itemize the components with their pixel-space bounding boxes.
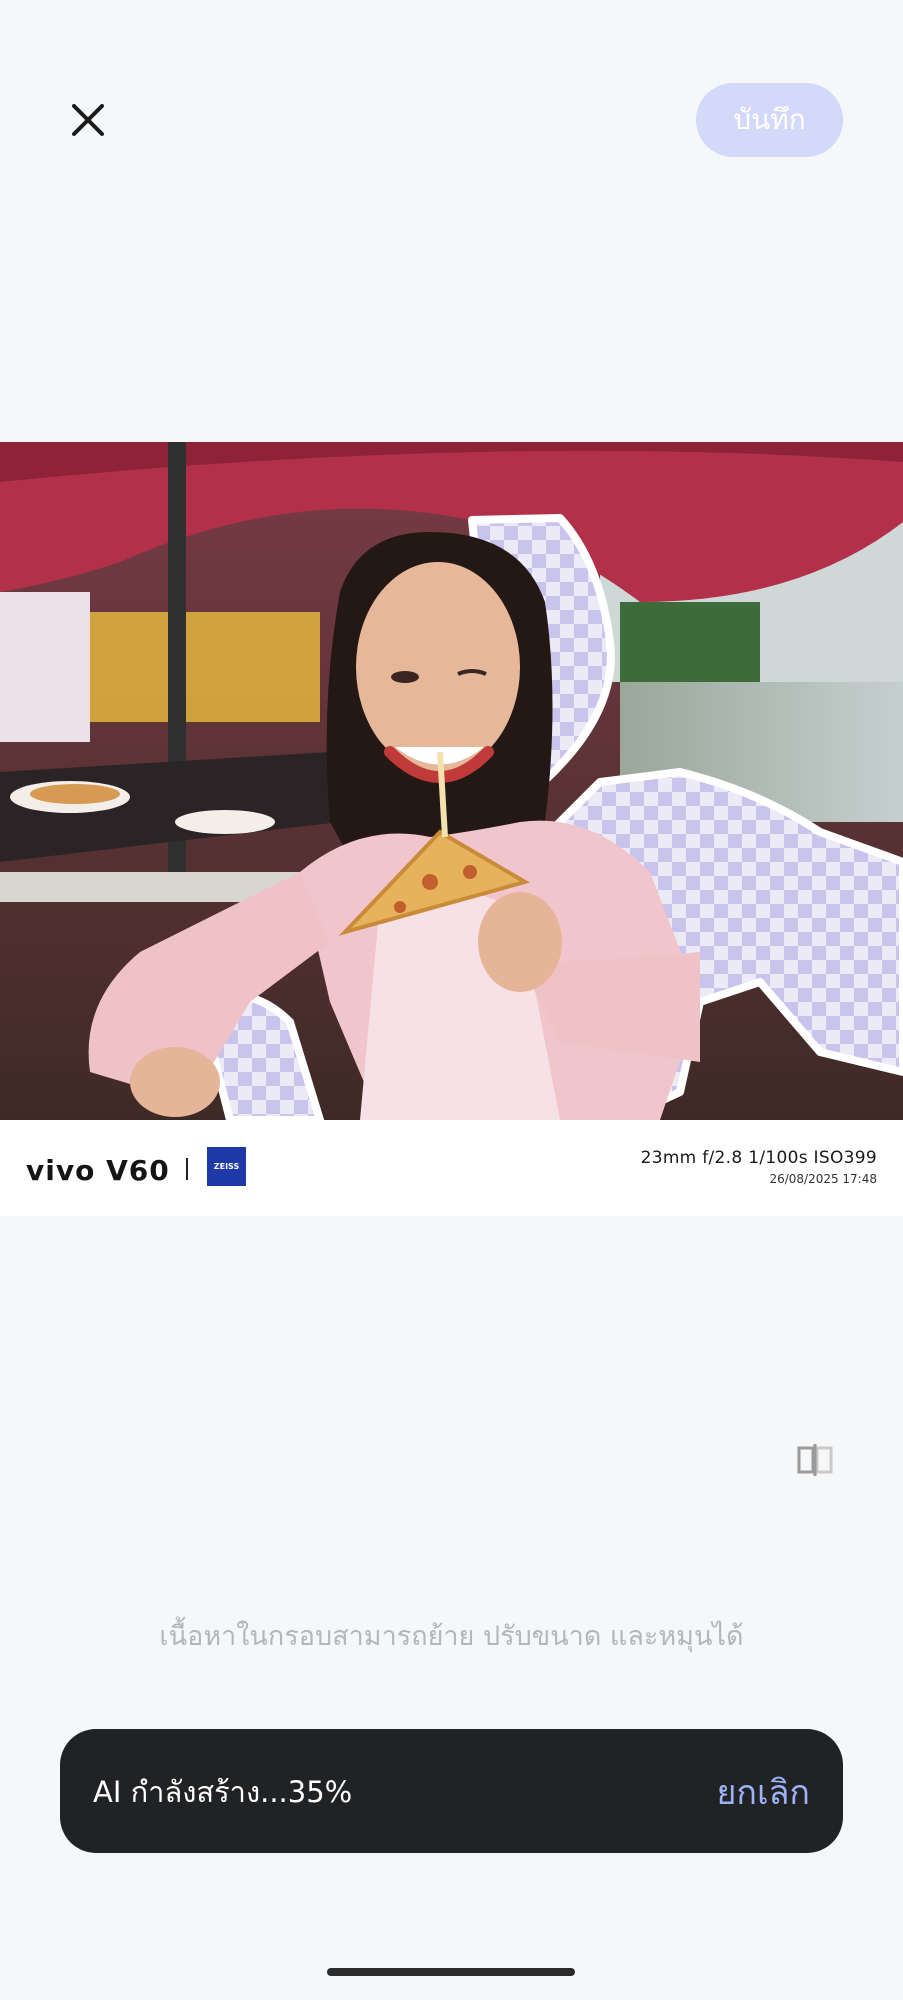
exif-info: 23mm f/2.8 1/100s ISO399 26/08/2025 17:4…: [641, 1148, 877, 1186]
cancel-button[interactable]: ยกเลิก: [716, 1765, 810, 1819]
photo-canvas[interactable]: [0, 442, 903, 1120]
photo-image: [0, 442, 903, 1120]
progress-status: AI กำลังสร้าง...35%: [93, 1775, 353, 1809]
progress-toast: AI กำลังสร้าง...35% ยกเลิก: [60, 1729, 843, 1853]
brand-separator: [186, 1158, 188, 1180]
home-indicator[interactable]: [327, 1968, 575, 1976]
close-icon: [72, 104, 104, 136]
exif-settings: 23mm f/2.8 1/100s ISO399: [640, 1148, 877, 1168]
hint-text: เนื้อหาในกรอบสามารถย้าย ปรับขนาด และหมุน…: [159, 1621, 744, 1652]
save-button[interactable]: บันทึก: [696, 83, 843, 157]
compare-button[interactable]: [792, 1440, 838, 1480]
compare-icon: [797, 1444, 833, 1476]
exif-date: 26/08/2025 17:48: [769, 1172, 877, 1186]
brand-text: vivo V60: [26, 1154, 170, 1187]
photo-watermark-bar: vivo V60 ZEISS 23mm f/2.8 1/100s ISO399 …: [0, 1120, 903, 1216]
zeiss-logo: ZEISS: [207, 1147, 246, 1186]
close-button[interactable]: [64, 98, 112, 142]
